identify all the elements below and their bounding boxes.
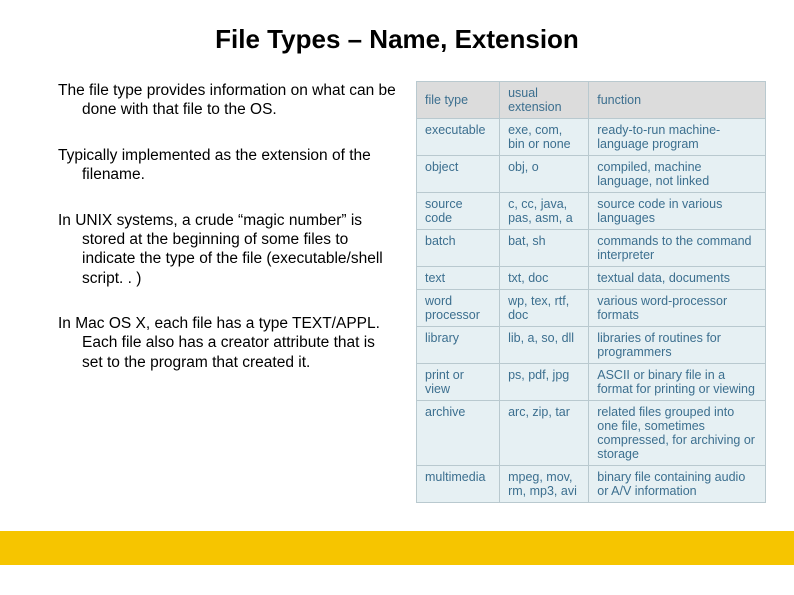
table-row: archivearc, zip, tarrelated files groupe…	[417, 401, 766, 466]
table-cell: text	[417, 267, 500, 290]
table-header: usual extension	[500, 82, 589, 119]
table-column: file type usual extension function execu…	[416, 81, 766, 503]
table-cell: executable	[417, 119, 500, 156]
table-header: function	[589, 82, 766, 119]
table-cell: wp, tex, rtf, doc	[500, 290, 589, 327]
footer-accent-bar	[0, 531, 794, 565]
text-column: The file type provides information on wh…	[58, 81, 398, 503]
file-types-table: file type usual extension function execu…	[416, 81, 766, 503]
table-cell: ps, pdf, jpg	[500, 364, 589, 401]
table-cell: various word-processor formats	[589, 290, 766, 327]
table-cell: object	[417, 156, 500, 193]
table-cell: c, cc, java, pas, asm, a	[500, 193, 589, 230]
table-cell: bat, sh	[500, 230, 589, 267]
table-row: print or viewps, pdf, jpgASCII or binary…	[417, 364, 766, 401]
table-cell: source code in various languages	[589, 193, 766, 230]
table-cell: binary file containing audio or A/V info…	[589, 466, 766, 503]
table-row: objectobj, ocompiled, machine language, …	[417, 156, 766, 193]
table-row: librarylib, a, so, dlllibraries of routi…	[417, 327, 766, 364]
paragraph: Typically implemented as the extension o…	[58, 146, 398, 185]
table-row: executableexe, com, bin or noneready-to-…	[417, 119, 766, 156]
table-cell: exe, com, bin or none	[500, 119, 589, 156]
table-header: file type	[417, 82, 500, 119]
table-cell: ASCII or binary file in a format for pri…	[589, 364, 766, 401]
paragraph: In Mac OS X, each file has a type TEXT/A…	[58, 314, 398, 372]
table-cell: compiled, machine language, not linked	[589, 156, 766, 193]
table-row: word processorwp, tex, rtf, docvarious w…	[417, 290, 766, 327]
table-header-row: file type usual extension function	[417, 82, 766, 119]
table-cell: source code	[417, 193, 500, 230]
table-cell: related files grouped into one file, som…	[589, 401, 766, 466]
table-cell: archive	[417, 401, 500, 466]
table-cell: multimedia	[417, 466, 500, 503]
table-row: batchbat, shcommands to the command inte…	[417, 230, 766, 267]
table-cell: commands to the command interpreter	[589, 230, 766, 267]
content-area: The file type provides information on wh…	[0, 55, 794, 503]
table-cell: txt, doc	[500, 267, 589, 290]
table-row: source codec, cc, java, pas, asm, asourc…	[417, 193, 766, 230]
table-cell: libraries of routines for programmers	[589, 327, 766, 364]
table-cell: textual data, documents	[589, 267, 766, 290]
table-cell: arc, zip, tar	[500, 401, 589, 466]
table-row: multimediampeg, mov, rm, mp3, avibinary …	[417, 466, 766, 503]
slide-title: File Types – Name, Extension	[0, 0, 794, 55]
table-cell: library	[417, 327, 500, 364]
table-row: texttxt, doctextual data, documents	[417, 267, 766, 290]
table-cell: lib, a, so, dll	[500, 327, 589, 364]
table-cell: mpeg, mov, rm, mp3, avi	[500, 466, 589, 503]
paragraph: The file type provides information on wh…	[58, 81, 398, 120]
table-cell: print or view	[417, 364, 500, 401]
table-cell: word processor	[417, 290, 500, 327]
table-cell: ready-to-run machine-language program	[589, 119, 766, 156]
paragraph: In UNIX systems, a crude “magic number” …	[58, 211, 398, 289]
table-cell: obj, o	[500, 156, 589, 193]
table-cell: batch	[417, 230, 500, 267]
